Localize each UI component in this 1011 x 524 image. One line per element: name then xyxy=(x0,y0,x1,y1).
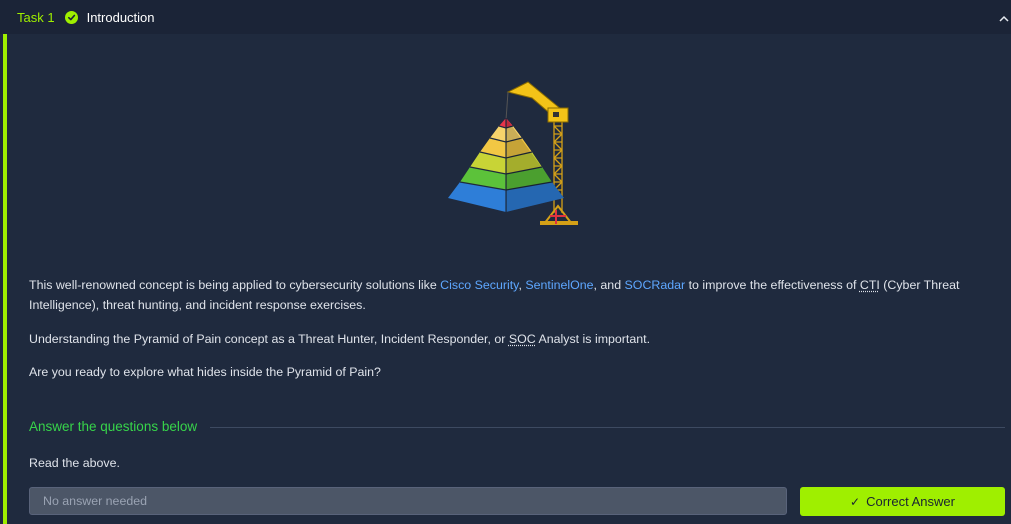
pyramid-text: Understanding the Pyramid of Pain concep… xyxy=(29,332,509,346)
abbr-cti: CTI xyxy=(859,278,880,292)
pyramid-paragraph: Understanding the Pyramid of Pain concep… xyxy=(29,329,999,349)
link-cisco-security[interactable]: Cisco Security xyxy=(440,278,518,292)
pyramid-text: Analyst is important. xyxy=(535,332,651,346)
chevron-up-icon[interactable] xyxy=(999,10,1009,22)
section-divider xyxy=(210,427,1005,428)
correct-answer-button[interactable]: ✓ Correct Answer xyxy=(800,487,1005,516)
task-accent-bar xyxy=(3,34,7,524)
intro-text: to improve the effectiveness of xyxy=(685,278,860,292)
answer-input[interactable] xyxy=(29,487,787,515)
separator: , and xyxy=(593,278,625,292)
abbr-soc: SOC xyxy=(508,332,536,346)
task-title: Introduction xyxy=(86,9,155,25)
question-text: Read the above. xyxy=(29,456,120,470)
task-number-label: Task 1 xyxy=(17,9,55,25)
intro-text: This well-renowned concept is being appl… xyxy=(29,278,441,292)
question-paragraph: Are you ready to explore what hides insi… xyxy=(29,365,381,379)
link-socradar[interactable]: SOCRadar xyxy=(625,278,686,292)
checkmark-icon: ✓ xyxy=(850,494,861,509)
intro-paragraph: This well-renowned concept is being appl… xyxy=(29,275,999,315)
task-header[interactable]: Task 1 Introduction xyxy=(0,0,1011,34)
check-circle-icon xyxy=(64,10,78,24)
pyramid-crane-illustration xyxy=(440,78,590,230)
link-sentinelone[interactable]: SentinelOne xyxy=(525,278,593,292)
correct-answer-label: Correct Answer xyxy=(866,494,955,509)
answer-section-title: Answer the questions below xyxy=(29,419,198,434)
